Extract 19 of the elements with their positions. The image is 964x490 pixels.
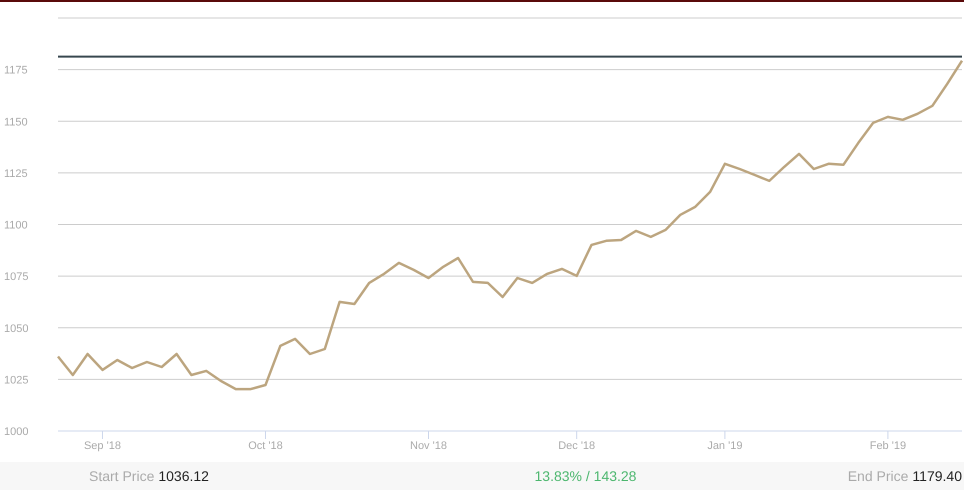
axis-tick-label: 1050 bbox=[4, 322, 28, 335]
start-price-label: Start Price bbox=[89, 466, 154, 486]
axis-tick-label: 1075 bbox=[4, 271, 28, 284]
price-change: 13.83% / 143.28 bbox=[534, 466, 636, 486]
axis-tick-label: Nov '18 bbox=[410, 440, 447, 452]
axis-tick-label: 1150 bbox=[4, 116, 28, 128]
axis-tick-label: 1175 bbox=[4, 64, 28, 77]
axis-tick-label: Feb '19 bbox=[870, 440, 906, 452]
axis-tick-label: 1125 bbox=[4, 168, 28, 180]
end-price-label: End Price bbox=[848, 466, 908, 486]
axis-tick-label: Dec '18 bbox=[558, 440, 596, 452]
axis-tick-label: Oct '18 bbox=[248, 440, 283, 452]
axis-tick-label: Sep '18 bbox=[84, 440, 121, 452]
end-price-value: 1179.40 bbox=[912, 466, 962, 486]
axis-tick-label: 1025 bbox=[4, 374, 28, 386]
axis-tick-label: 1000 bbox=[4, 426, 28, 438]
axis-tick-label: 1100 bbox=[4, 220, 28, 232]
start-price-value: 1036.12 bbox=[158, 466, 209, 486]
axis-tick-label: Jan '19 bbox=[707, 440, 742, 452]
